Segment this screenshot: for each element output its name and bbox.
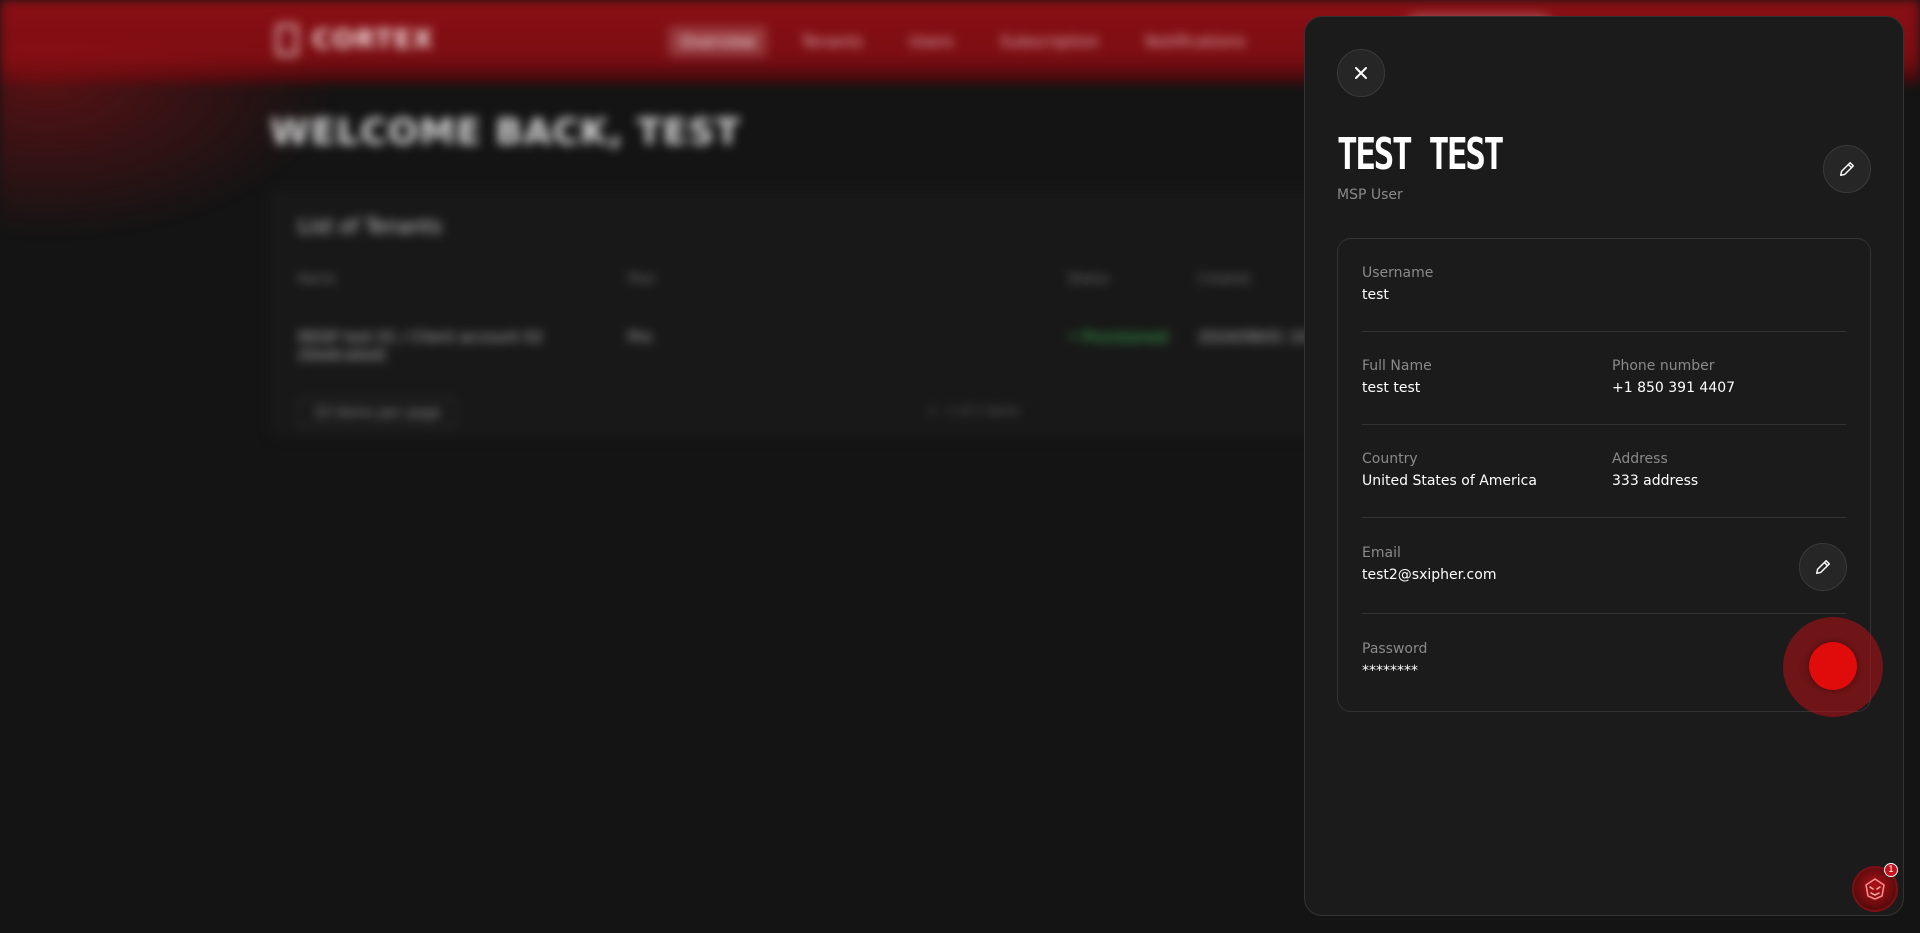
user-profile-panel: TEST TEST MSP User Username test Full Na…	[1304, 16, 1904, 916]
card-title: List of Tenants	[298, 214, 442, 238]
pagination-info: 1 - 1 of 1 items	[928, 404, 1020, 418]
table-header: Name Plan Status Created	[298, 272, 1249, 287]
address-field: Address 333 address	[1612, 451, 1698, 489]
username-value: test	[1362, 287, 1389, 303]
profile-name: TEST TEST	[1337, 129, 1504, 180]
cell-name: MSSP test 01 / Client account 02 (Dedica…	[298, 328, 543, 364]
notification-badge: 1	[1884, 863, 1898, 877]
country-field: Country United States of America	[1362, 451, 1537, 489]
nav-item-tenants[interactable]: Tenants	[789, 26, 875, 57]
edit-email-button[interactable]	[1799, 543, 1847, 591]
nav-item-overview[interactable]: Overview	[668, 26, 768, 57]
account-details-card: Username test Full Name test test Phone …	[1337, 238, 1883, 717]
header-status: Status	[1068, 272, 1110, 287]
phone-label: Phone number	[1612, 358, 1715, 374]
divider	[1362, 613, 1846, 614]
logo-text: CORTEX	[312, 25, 434, 55]
nav-item-users[interactable]: Users	[897, 26, 966, 57]
phone-field: Phone number +1 850 391 4407	[1612, 358, 1735, 396]
email-value: test2@sxipher.com	[1362, 567, 1497, 583]
assistant-icon	[1865, 878, 1885, 900]
header-name: Name	[298, 272, 337, 287]
password-label: Password	[1362, 641, 1428, 657]
rows-per-page-select[interactable]: 10 items per page	[298, 398, 457, 428]
address-value: 333 address	[1612, 473, 1699, 489]
address-label: Address	[1612, 451, 1668, 467]
pencil-icon	[1839, 161, 1855, 177]
phone-value: +1 850 391 4407	[1612, 380, 1736, 396]
full-name-label: Full Name	[1362, 358, 1432, 374]
email-field: Email test2@sxipher.com	[1362, 545, 1496, 583]
table-row[interactable]: MSSP test 01 / Client account 02 (Dedica…	[298, 328, 1357, 364]
username-field: Username test	[1362, 265, 1433, 303]
cell-status: • Provisioned	[1068, 328, 1168, 346]
welcome-heading: WELCOME BACK, TEST	[270, 112, 741, 153]
edit-password-button[interactable]	[1783, 617, 1883, 717]
header-created: Created	[1198, 272, 1250, 287]
app-logo[interactable]: CORTEX	[276, 24, 434, 56]
password-value: ********	[1362, 663, 1418, 679]
header-plan: Plan	[628, 272, 656, 287]
logo-icon	[276, 24, 298, 56]
nav-item-subscription[interactable]: Subscription	[988, 26, 1111, 57]
full-name-value: test test	[1362, 380, 1421, 396]
full-name-field: Full Name test test	[1362, 358, 1432, 396]
country-value: United States of America	[1362, 473, 1537, 489]
tenants-card: List of Tenants Name Plan Status Created…	[268, 188, 1368, 438]
profile-role: MSP User	[1337, 187, 1403, 203]
pencil-icon	[1815, 559, 1831, 575]
cell-plan: Pro	[628, 328, 652, 346]
username-label: Username	[1362, 265, 1434, 281]
divider	[1362, 331, 1846, 332]
table-footer: 10 items per page	[298, 398, 457, 428]
password-field: Password ********	[1362, 641, 1427, 679]
cursor-dot	[1809, 642, 1857, 690]
nav-item-notifications[interactable]: Notifications	[1133, 26, 1257, 57]
divider	[1362, 424, 1846, 425]
edit-profile-button[interactable]	[1823, 145, 1871, 193]
divider	[1362, 517, 1846, 518]
country-label: Country	[1362, 451, 1418, 467]
main-nav: Overview Tenants Users Subscription Noti…	[668, 26, 1257, 57]
email-label: Email	[1362, 545, 1401, 561]
close-button[interactable]	[1337, 49, 1385, 97]
close-icon	[1355, 67, 1367, 79]
